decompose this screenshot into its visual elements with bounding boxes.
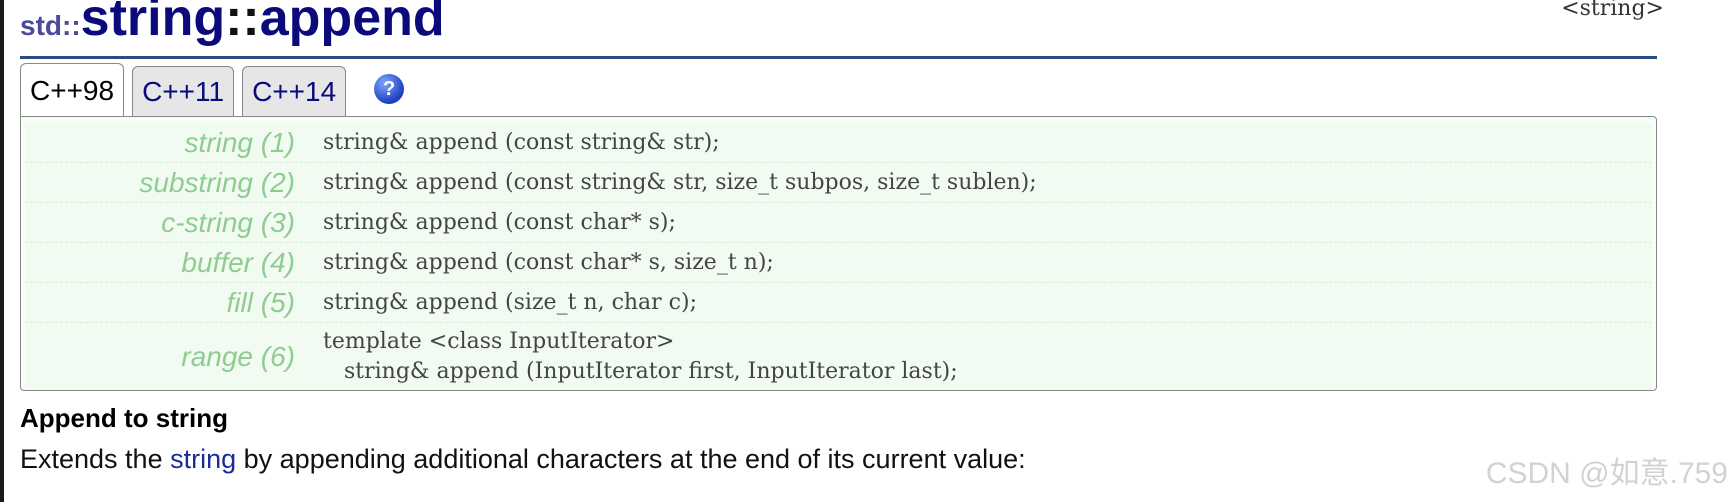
prototype-code: string& append (size_t n, char c); bbox=[323, 289, 697, 315]
description-text: Extends the string by appending addition… bbox=[20, 444, 1026, 475]
prototypes-panel: string (1) string& append (const string&… bbox=[20, 116, 1657, 391]
member-name: append bbox=[259, 0, 445, 47]
prototype-label: fill (5) bbox=[226, 286, 295, 318]
prototype-row: string (1) string& append (const string&… bbox=[25, 123, 1652, 163]
version-tabs: C++98 C++11 C++14 ? bbox=[20, 63, 405, 117]
left-border bbox=[0, 0, 4, 502]
scope-separator: :: bbox=[225, 0, 260, 47]
prototype-row: fill (5) string& append (size_t n, char … bbox=[25, 283, 1652, 323]
namespace-label: std:: bbox=[20, 10, 81, 41]
watermark: CSDN @如意.759 bbox=[1485, 457, 1728, 490]
prototype-label: range (6) bbox=[181, 340, 295, 372]
tab-cpp98[interactable]: C++98 bbox=[20, 63, 125, 117]
prototype-label: string (1) bbox=[184, 126, 295, 158]
prototype-label: substring (2) bbox=[139, 166, 295, 198]
tab-cpp14[interactable]: C++14 bbox=[242, 66, 347, 116]
prototype-code: string& append (const string& str); bbox=[323, 129, 720, 155]
library-header-link[interactable]: <string> bbox=[1561, 0, 1664, 21]
prototype-code: string& append (const string& str, size_… bbox=[323, 169, 1037, 195]
prototype-code: string& append (const char* s, size_t n)… bbox=[323, 249, 774, 275]
prototype-code: template <class InputIterator> string& a… bbox=[323, 328, 958, 384]
description-prefix: Extends the bbox=[20, 444, 171, 474]
prototype-label: buffer (4) bbox=[181, 246, 295, 278]
prototype-code: string& append (const char* s); bbox=[323, 209, 676, 235]
class-name: string bbox=[80, 0, 226, 47]
prototype-label: c-string (3) bbox=[161, 206, 295, 238]
title-divider bbox=[20, 56, 1657, 59]
prototype-row: c-string (3) string& append (const char*… bbox=[25, 203, 1652, 243]
function-name: string::append bbox=[81, 0, 445, 47]
prototype-row: range (6) template <class InputIterator>… bbox=[25, 323, 1652, 390]
prototype-row: substring (2) string& append (const stri… bbox=[25, 163, 1652, 203]
page-title: std::string::append bbox=[20, 0, 445, 48]
string-link[interactable]: string bbox=[170, 444, 236, 474]
description-suffix: by appending additional characters at th… bbox=[236, 444, 1026, 474]
tab-cpp11[interactable]: C++11 bbox=[132, 66, 235, 116]
prototype-row: buffer (4) string& append (const char* s… bbox=[25, 243, 1652, 283]
section-heading: Append to string bbox=[20, 403, 228, 433]
help-icon[interactable]: ? bbox=[374, 74, 405, 104]
